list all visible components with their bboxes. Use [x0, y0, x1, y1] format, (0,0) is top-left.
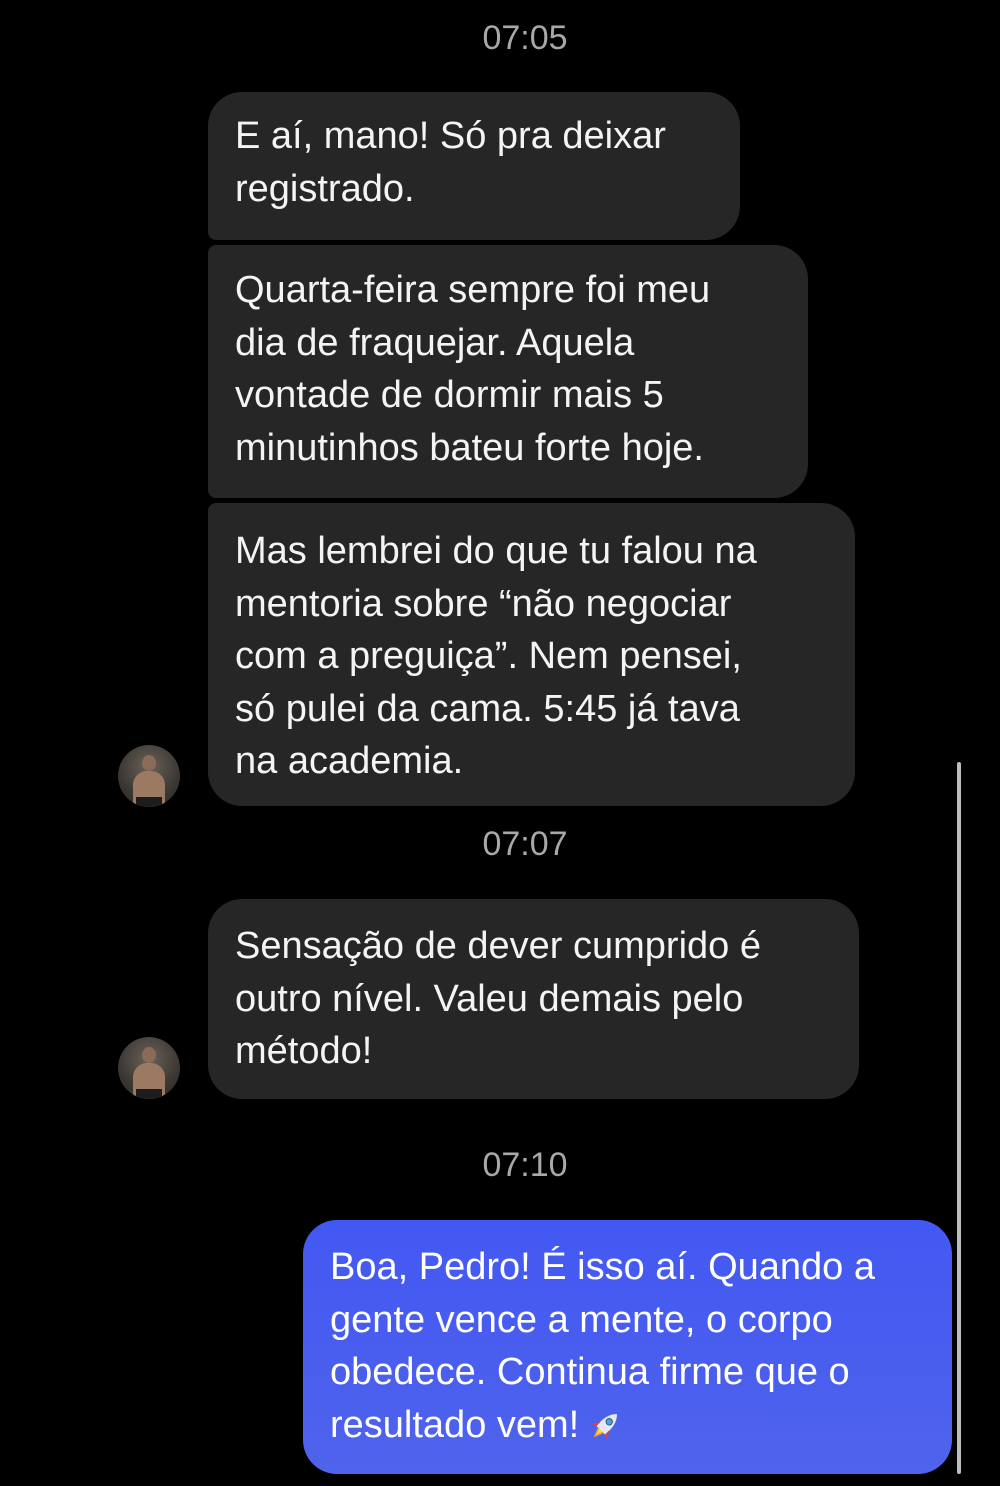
contact-avatar[interactable] [118, 745, 180, 807]
message-line: só pulei da cama. 5:45 já tava [235, 687, 740, 730]
message-line: gente vence a mente, o corpo [330, 1298, 833, 1341]
message-line: vontade de dormir mais 5 [235, 374, 664, 416]
timestamp: 07:07 [482, 825, 568, 863]
message-line: obedece. Continua firme que o [330, 1351, 850, 1393]
contact-avatar[interactable] [118, 1037, 180, 1099]
incoming-message[interactable]: Quarta-feira sempre foi meu dia de fraqu… [208, 245, 808, 498]
message-line: Sensação de dever cumprido é [235, 925, 761, 967]
outgoing-message[interactable]: Boa, Pedro! É isso aí. Quando a gente ve… [303, 1220, 952, 1474]
message-line: método! [235, 1030, 373, 1072]
incoming-message[interactable]: E aí, mano! Só pra deixar registrado. [208, 92, 740, 240]
message-line: Quarta-feira sempre foi meu [235, 269, 711, 311]
message-line: na academia. [235, 740, 464, 782]
message-line: com a preguiça”. Nem pensei, [235, 635, 742, 677]
incoming-message[interactable]: Sensação de dever cumprido é outro nível… [208, 899, 859, 1099]
timestamp: 07:10 [482, 1146, 568, 1184]
message-line: E aí, mano! Só pra deixar [235, 115, 666, 157]
message-line: mentoria sobre “não negociar [235, 582, 732, 625]
message-line: Mas lembrei do que tu falou na [235, 530, 757, 572]
message-line: registrado. [235, 167, 415, 210]
message-line: resultado vem! [330, 1399, 928, 1452]
message-line: dia de fraquejar. Aquela [235, 321, 635, 364]
message-line: outro nível. Valeu demais pelo [235, 977, 744, 1020]
message-line: Boa, Pedro! É isso aí. Quando a [330, 1246, 876, 1288]
message-line-text: resultado vem! [330, 1403, 580, 1446]
message-line: minutinhos bateu forte hoje. [235, 426, 704, 469]
scrollbar[interactable] [957, 762, 961, 1474]
timestamp: 07:05 [482, 19, 568, 57]
incoming-message[interactable]: Mas lembrei do que tu falou na mentoria … [208, 503, 855, 806]
rocket-icon [591, 1414, 618, 1440]
